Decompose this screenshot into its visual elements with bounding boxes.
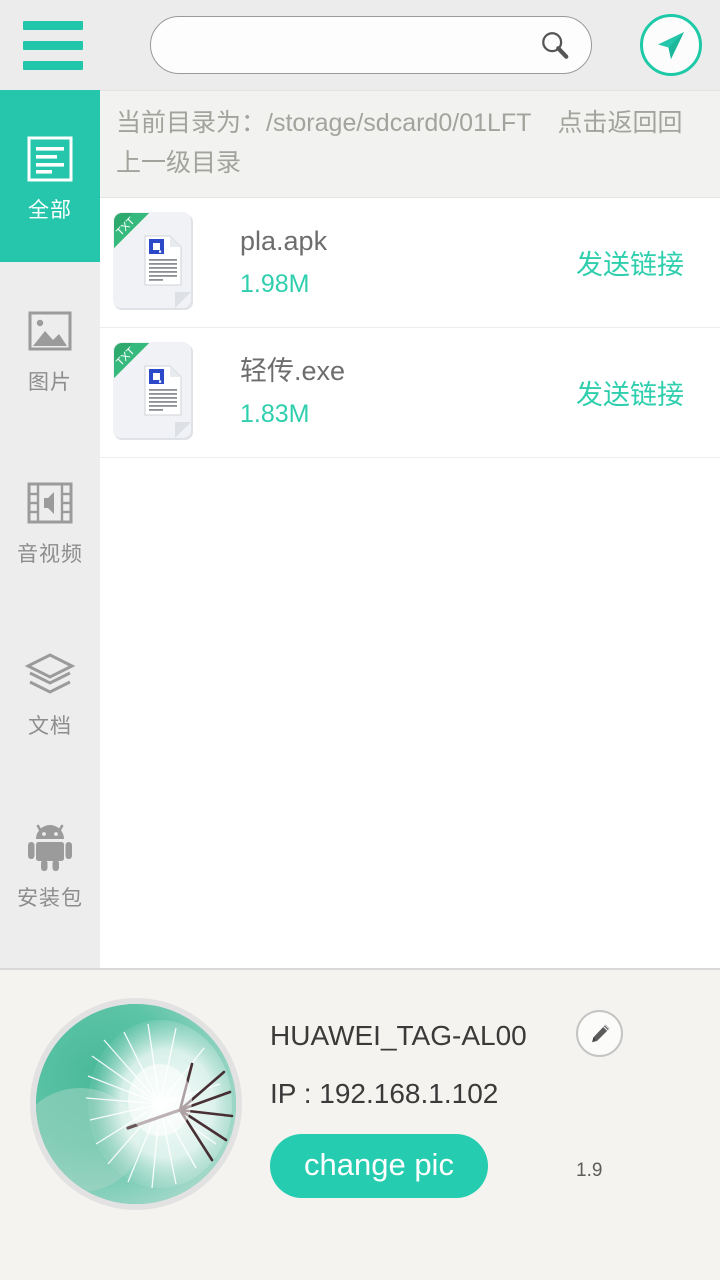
edit-button[interactable] [576, 1010, 623, 1057]
body-area: 全部 图片 音视频 文档 安装包 当前目录为：/storage/sdcard0/… [0, 90, 720, 968]
top-bar [0, 0, 720, 90]
layers-stack-icon [23, 648, 77, 702]
search-input[interactable] [150, 16, 592, 74]
sidebar-item-images[interactable]: 图片 [0, 262, 100, 434]
sidebar-item-documents[interactable]: 文档 [0, 606, 100, 778]
hamburger-menu-icon[interactable] [14, 14, 92, 76]
main-content: 当前目录为：/storage/sdcard0/01LFT点击返回回上一级目录 [100, 90, 720, 968]
sidebar-item-label: 安装包 [17, 886, 83, 910]
pencil-edit-icon [591, 1024, 609, 1042]
device-info: HUAWEI_TAG-AL00 IP : 192.168.1.102 chang… [270, 998, 527, 1198]
send-button[interactable] [640, 14, 702, 76]
app-root: 全部 图片 音视频 文档 安装包 当前目录为：/storage/sdcard0/… [0, 0, 720, 1280]
file-meta: 轻传.exe 1.83M [240, 357, 576, 428]
sidebar-item-all[interactable]: 全部 [0, 90, 100, 262]
sidebar-item-label: 全部 [28, 198, 72, 222]
file-name: 轻传.exe [240, 356, 346, 386]
path-prefix-label: 当前目录为： [116, 109, 267, 137]
file-name: pla.apk [240, 226, 328, 256]
list-document-icon [23, 132, 77, 186]
dandelion-avatar [36, 1004, 236, 1204]
device-name: HUAWEI_TAG-AL00 [270, 1020, 527, 1051]
paper-plane-icon [658, 32, 684, 59]
hamburger-bar [23, 40, 83, 50]
file-list: TXT pla.apk 1.98M 发送链接 TXT 轻传.exe 1.83M … [100, 198, 720, 458]
media-film-speaker-icon [23, 476, 77, 530]
hamburger-bar [23, 60, 83, 70]
txt-file-icon: TXT [112, 207, 216, 319]
device-ip: IP : 192.168.1.102 [270, 1078, 499, 1109]
table-row[interactable]: TXT [100, 328, 720, 458]
path-value: /storage/sdcard0/01LFT [266, 109, 532, 137]
device-panel: HUAWEI_TAG-AL00 IP : 192.168.1.102 chang… [0, 968, 720, 1280]
change-pic-button[interactable]: change pic [270, 1134, 488, 1198]
sidebar-item-media[interactable]: 音视频 [0, 434, 100, 606]
search-container [150, 16, 592, 74]
current-path-bar[interactable]: 当前目录为：/storage/sdcard0/01LFT 点击返回回上一级目录 [100, 90, 720, 198]
send-link-button[interactable]: 发送链接 [576, 373, 720, 412]
file-meta: pla.apk 1.98M [240, 227, 576, 298]
avatar[interactable] [30, 998, 242, 1210]
sidebar-item-label: 图片 [28, 370, 72, 394]
version-label: 1.9 [576, 1160, 603, 1181]
sidebar-item-packages[interactable]: 安装包 [0, 778, 100, 950]
image-icon [23, 304, 77, 358]
txt-file-icon: TXT [112, 337, 216, 449]
hamburger-bar [23, 20, 83, 30]
sidebar-item-label: 音视频 [17, 542, 83, 566]
file-size: 1.83M [240, 399, 310, 428]
file-size: 1.98M [240, 269, 310, 298]
sidebar-item-label: 文档 [28, 714, 72, 738]
table-row[interactable]: TXT [100, 198, 720, 328]
sidebar: 全部 图片 音视频 文档 安装包 [0, 90, 100, 968]
send-link-button[interactable]: 发送链接 [576, 243, 720, 282]
android-robot-icon [23, 820, 77, 874]
